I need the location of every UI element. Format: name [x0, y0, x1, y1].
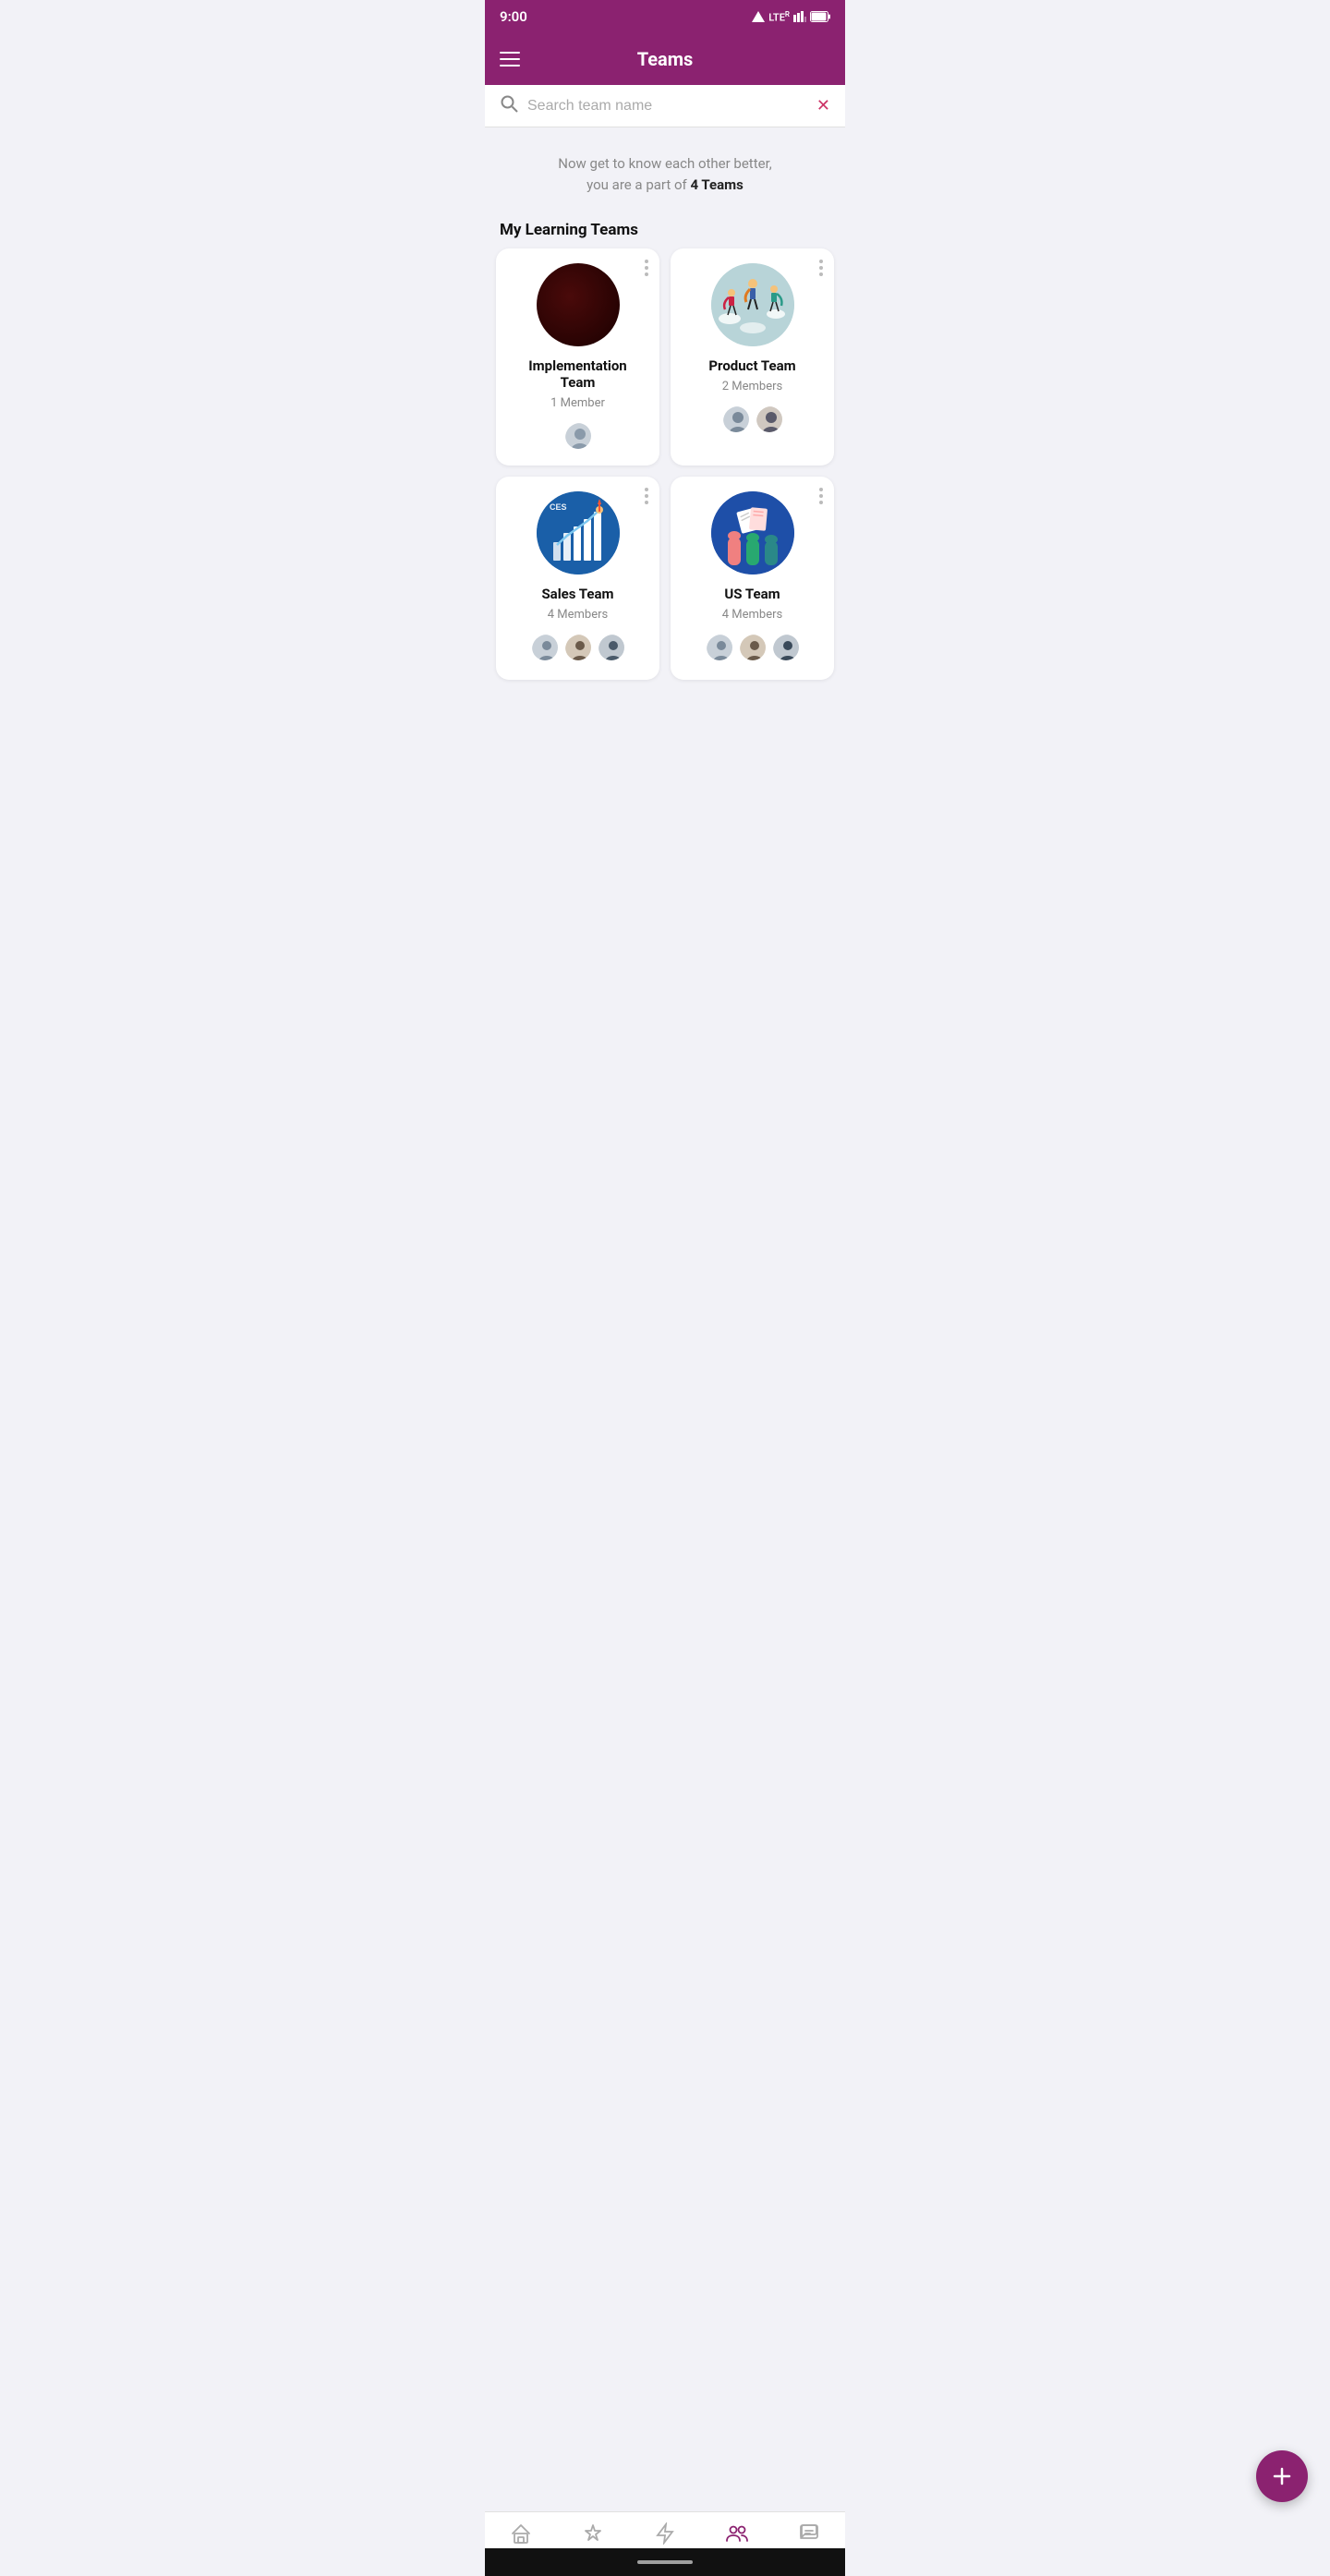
section-title: My Learning Teams: [485, 204, 845, 248]
team-card-product[interactable]: Product Team 2 Members: [671, 248, 834, 466]
member-avatar-2a: [721, 405, 751, 434]
member-count-sales: 4 Members: [548, 608, 608, 622]
member-avatar-2b: [755, 405, 784, 434]
member-avatar-s1: [530, 633, 560, 662]
status-icons: LTER: [752, 10, 830, 24]
teams-icon: [725, 2522, 749, 2550]
member-count-implementation: 1 Member: [550, 396, 605, 410]
member-avatars-implementation: [563, 421, 593, 451]
member-avatar-s3: [597, 633, 626, 662]
buzz-icon: [654, 2522, 676, 2550]
team-name-implementation: ImplementationTeam: [528, 357, 626, 391]
member-avatars-sales: [530, 633, 626, 662]
system-bar: [485, 2548, 845, 2576]
search-input[interactable]: [527, 98, 807, 115]
member-avatar-s2: [563, 633, 593, 662]
card-menu-us[interactable]: [819, 488, 823, 504]
card-menu-product[interactable]: [819, 260, 823, 276]
member-avatar-u2: [738, 633, 768, 662]
status-bar: 9:00 LTER: [485, 0, 845, 33]
lte-label: LTER: [768, 10, 790, 24]
member-avatar-1: [563, 421, 593, 451]
teams-grid: ImplementationTeam 1 Member: [485, 248, 845, 691]
card-menu-implementation[interactable]: [645, 260, 648, 276]
home-icon: [510, 2522, 532, 2550]
leaderboard-icon: [582, 2522, 604, 2550]
subtitle-text2: you are a part of: [586, 176, 690, 193]
svg-text:CES: CES: [550, 502, 567, 512]
member-avatars-product: [721, 405, 784, 434]
card-menu-sales[interactable]: [645, 488, 648, 504]
member-count-product: 2 Members: [722, 380, 782, 393]
search-bar: ✕: [485, 85, 845, 127]
team-avatar-sales: CES: [537, 491, 620, 574]
chats-icon: [798, 2522, 820, 2550]
team-card-implementation[interactable]: ImplementationTeam 1 Member: [496, 248, 659, 466]
member-count-us: 4 Members: [722, 608, 782, 622]
app-header: Teams: [485, 33, 845, 85]
fab-add-button[interactable]: [1256, 2450, 1308, 2502]
member-avatar-u1: [705, 633, 734, 662]
teams-count-bold: 4 Teams: [690, 176, 743, 193]
page-title: Teams: [637, 48, 694, 70]
team-avatar-implementation: [537, 263, 620, 346]
home-indicator: [637, 2560, 693, 2564]
team-name-sales: Sales Team: [541, 586, 613, 602]
team-card-us[interactable]: US Team 4 Members: [671, 477, 834, 680]
status-time: 9:00: [500, 8, 527, 25]
team-name-product: Product Team: [708, 357, 795, 374]
subtitle-text1: Now get to know each other better,: [558, 155, 771, 172]
team-avatar-product: [711, 263, 794, 346]
search-icon: [500, 94, 518, 117]
member-avatars-us: [705, 633, 801, 662]
team-avatar-us: [711, 491, 794, 574]
member-avatar-u3: [771, 633, 801, 662]
search-clear-button[interactable]: ✕: [816, 96, 830, 115]
team-card-sales[interactable]: CES Sales Team 4 Members: [496, 477, 659, 680]
menu-button[interactable]: [500, 52, 520, 67]
team-name-us: US Team: [724, 586, 780, 602]
subtitle-section: Now get to know each other better, you a…: [485, 127, 845, 204]
